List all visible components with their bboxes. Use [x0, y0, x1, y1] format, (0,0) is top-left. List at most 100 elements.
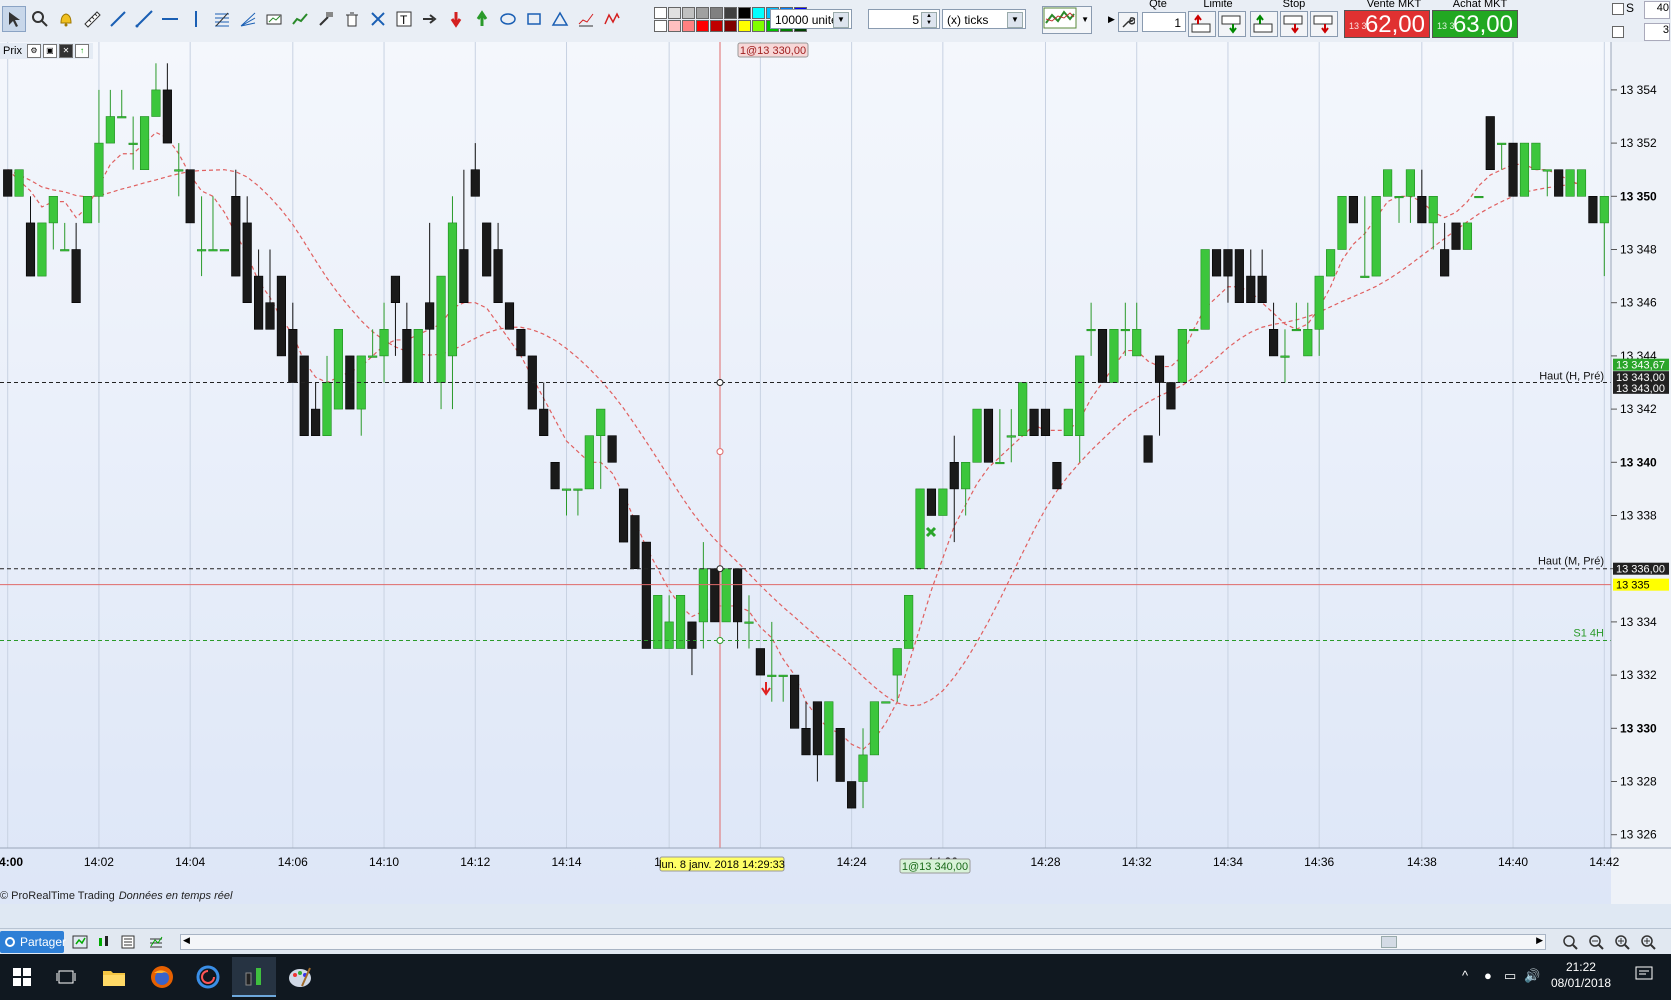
text-icon[interactable]: T: [392, 6, 416, 32]
browser-icon[interactable]: [186, 957, 230, 997]
candle-body: [265, 302, 275, 330]
ticks-input[interactable]: 5 ▲ ▼: [868, 9, 940, 29]
zigzag-icon[interactable]: [600, 6, 624, 32]
ellipse-icon[interactable]: [496, 6, 520, 32]
palette-color-swatch[interactable]: [682, 20, 695, 32]
bottom-toolbar: Partager ◀ ▶: [0, 928, 1671, 955]
trend-icon[interactable]: [288, 6, 312, 32]
triangle-icon[interactable]: [548, 6, 572, 32]
candles-icon[interactable]: [94, 932, 114, 952]
arrow-up-green-icon[interactable]: [470, 6, 494, 32]
candle: [1326, 249, 1336, 277]
s-checkbox[interactable]: [1612, 3, 1624, 15]
weather-icon[interactable]: ●: [1484, 968, 1492, 983]
windows-start-icon[interactable]: [0, 957, 44, 997]
prorealtime-icon[interactable]: [232, 957, 276, 997]
close-icon[interactable]: ✕: [58, 44, 73, 58]
d-value[interactable]: 3: [1644, 23, 1670, 41]
ticks-select[interactable]: (x) ticks ▼: [942, 9, 1026, 29]
zoom-out-icon[interactable]: [1586, 932, 1606, 952]
list-icon[interactable]: [118, 932, 138, 952]
clock[interactable]: 21:22 08/01/2018: [1551, 959, 1611, 991]
stop-sell-button[interactable]: [1280, 11, 1308, 37]
ruler-icon[interactable]: [80, 6, 104, 32]
auto-scale-icon[interactable]: [70, 932, 90, 952]
palette-color-swatch[interactable]: [682, 7, 695, 19]
notifications-icon[interactable]: [1634, 964, 1654, 987]
scrollbar-thumb[interactable]: [1381, 936, 1397, 948]
palette-color-swatch[interactable]: [710, 20, 723, 32]
spinner-icon[interactable]: ▲ ▼: [921, 12, 937, 28]
horizontal-line-icon[interactable]: [158, 6, 182, 32]
settings-wrench-button[interactable]: [1118, 12, 1138, 32]
scroll-left-icon[interactable]: ◀: [183, 935, 190, 946]
limit-buy-button[interactable]: [1188, 11, 1216, 37]
units-select[interactable]: 10000 unités ▼: [770, 9, 852, 29]
file-explorer-icon[interactable]: [92, 957, 136, 997]
trash-icon[interactable]: [340, 6, 364, 32]
zoom-fit-icon[interactable]: [1560, 932, 1580, 952]
candle-body: [573, 488, 583, 491]
delete-drawings-icon[interactable]: [366, 6, 390, 32]
qte-input[interactable]: 1: [1142, 12, 1186, 32]
chevron-down-icon: ▼: [833, 12, 849, 28]
price-chart[interactable]: 13 354 13 352 13 350 13 348 13 346 13 344 13 3…: [0, 42, 1671, 904]
firefox-icon[interactable]: [140, 957, 184, 997]
alert-bell-icon[interactable]: [54, 6, 78, 32]
palette-color-swatch[interactable]: [696, 7, 709, 19]
tray-chevron-icon[interactable]: ^: [1462, 968, 1468, 983]
candle-body: [208, 249, 218, 252]
wrench-icon[interactable]: ⚙: [26, 44, 41, 58]
pointer-icon[interactable]: [2, 6, 26, 32]
scroll-right-icon[interactable]: ▶: [1536, 935, 1543, 946]
indicators-icon[interactable]: [146, 932, 166, 952]
zoom-icon[interactable]: [28, 6, 52, 32]
channel-icon[interactable]: [262, 6, 286, 32]
candle-body: [94, 142, 104, 197]
stop-sell-alt-button[interactable]: [1310, 11, 1338, 37]
palette-color-swatch[interactable]: [752, 7, 765, 19]
network-icon[interactable]: ▭: [1504, 968, 1516, 984]
candle-body: [425, 302, 435, 330]
paint-icon[interactable]: [278, 957, 322, 997]
task-view-icon[interactable]: [44, 957, 88, 997]
indicator-button[interactable]: ▼: [1042, 6, 1092, 34]
sell-market-button[interactable]: 13 3 62,00: [1344, 10, 1430, 38]
hammer-icon[interactable]: [314, 6, 338, 32]
palette-color-swatch[interactable]: [654, 20, 667, 32]
palette-color-swatch[interactable]: [752, 20, 765, 32]
stop-buy-button[interactable]: [1250, 11, 1278, 37]
d-checkbox[interactable]: [1612, 26, 1624, 38]
palette-color-swatch[interactable]: [696, 20, 709, 32]
arrow-up-icon[interactable]: ↑: [74, 44, 89, 58]
time-scrollbar[interactable]: ◀ ▶: [180, 934, 1546, 950]
fan-icon[interactable]: [236, 6, 260, 32]
s-value[interactable]: 40: [1644, 1, 1670, 19]
palette-color-swatch[interactable]: [668, 20, 681, 32]
volume-icon[interactable]: 🔊: [1524, 968, 1540, 984]
time-tick-label: 14:40: [1498, 855, 1528, 869]
fibonacci-icon[interactable]: [210, 6, 234, 32]
palette-color-swatch[interactable]: [724, 7, 737, 19]
arrow-down-red-icon[interactable]: [444, 6, 468, 32]
share-button[interactable]: Partager: [0, 931, 66, 953]
palette-color-swatch[interactable]: [724, 20, 737, 32]
ray-icon[interactable]: [132, 6, 156, 32]
palette-color-swatch[interactable]: [654, 7, 667, 19]
zoom-reset-icon[interactable]: [1638, 932, 1658, 952]
palette-color-swatch[interactable]: [710, 7, 723, 19]
candlestick-chart[interactable]: 13 35413 35213 35013 34813 34613 34413 3…: [0, 42, 1671, 904]
panel-expand-icon[interactable]: ▶: [1108, 14, 1115, 25]
arrow-right-icon[interactable]: [418, 6, 442, 32]
vertical-line-icon[interactable]: [184, 6, 208, 32]
chart-trend-icon[interactable]: [574, 6, 598, 32]
buy-market-button[interactable]: 13 3 63,00: [1432, 10, 1518, 38]
zoom-in-icon[interactable]: [1612, 932, 1632, 952]
palette-color-swatch[interactable]: [738, 20, 751, 32]
limit-sell-button[interactable]: [1218, 11, 1246, 37]
palette-color-swatch[interactable]: [738, 7, 751, 19]
rectangle-icon[interactable]: [522, 6, 546, 32]
palette-color-swatch[interactable]: [668, 7, 681, 19]
line-icon[interactable]: [106, 6, 130, 32]
window-icon[interactable]: ▣: [42, 44, 57, 58]
